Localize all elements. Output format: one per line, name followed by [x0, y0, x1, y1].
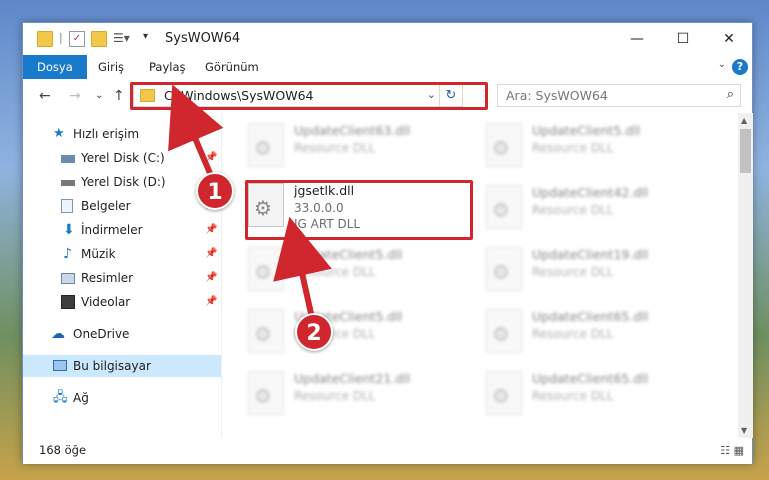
- step-2-badge: 2: [295, 313, 333, 351]
- arrow-to-file: [273, 216, 332, 319]
- arrow-to-address: [168, 84, 224, 180]
- annotation-arrows: [168, 84, 332, 319]
- step-1-badge: 1: [196, 172, 234, 210]
